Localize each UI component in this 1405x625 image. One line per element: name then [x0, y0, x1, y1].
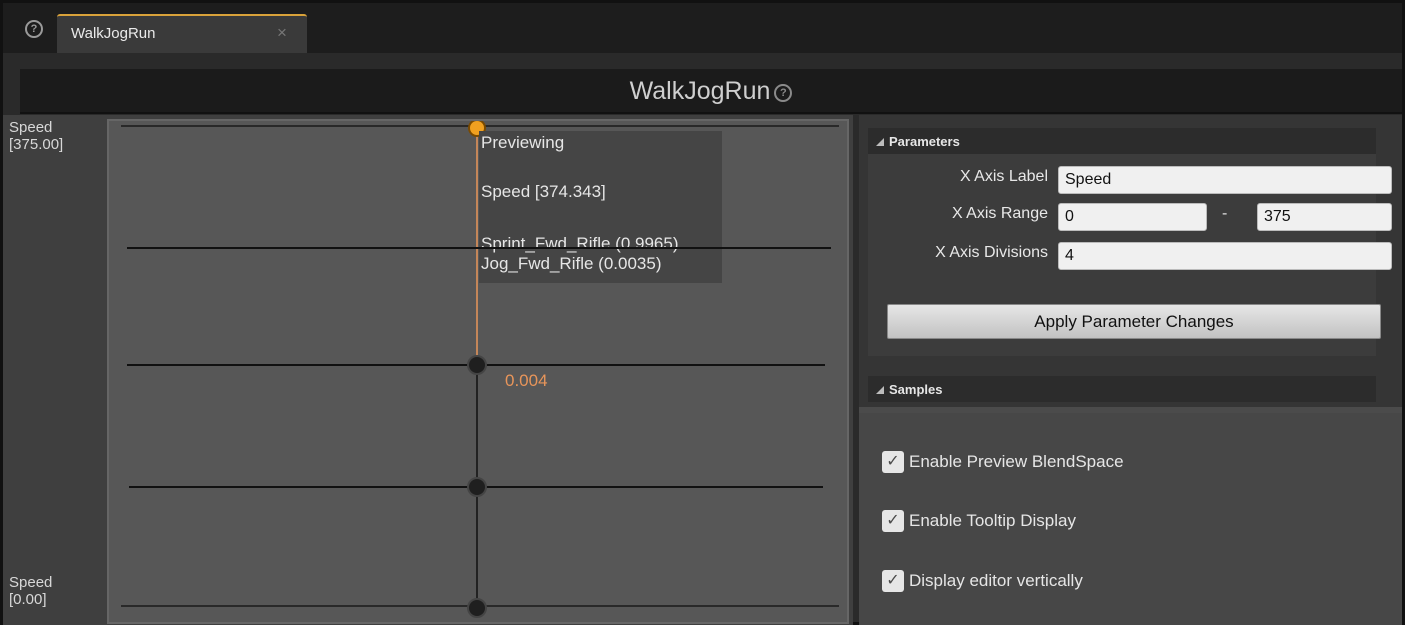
- tooltip-sample: Jog_Fwd_Rifle (0.0035): [481, 254, 662, 273]
- sample-point: [467, 598, 487, 618]
- checkbox-checked-icon[interactable]: ✓: [882, 570, 904, 592]
- x-axis-label-field[interactable]: [1058, 166, 1392, 194]
- parameters-section: X Axis Label X Axis Range - X Axis Divis…: [868, 154, 1392, 356]
- parameters-section-header[interactable]: Parameters: [868, 128, 1376, 154]
- blendspace-graph-panel: Speed [375.00] Speed [0.00] Previewing S…: [3, 115, 853, 625]
- help-icon[interactable]: ?: [25, 20, 43, 38]
- tooltip-speed: Speed [374.343]: [481, 182, 606, 201]
- axis-min-label: Speed [0.00]: [9, 574, 52, 608]
- graph-canvas[interactable]: [109, 121, 847, 622]
- axis-min-text: Speed [0.00]: [9, 574, 53, 608]
- preview-tooltip: Previewing Speed [374.343] Sprint_Fwd_Ri…: [479, 131, 722, 283]
- tab-label: WalkJogRun: [71, 25, 156, 42]
- sample-point: [467, 477, 487, 497]
- sample-weight-label: 0.004: [505, 371, 548, 390]
- x-axis-range-label: X Axis Range: [951, 205, 1048, 222]
- x-axis-divisions-label: X Axis Divisions: [935, 244, 1048, 261]
- blendspace-graph[interactable]: Previewing Speed [374.343] Sprint_Fwd_Ri…: [107, 119, 849, 624]
- range-separator: -: [1222, 205, 1228, 222]
- option-label: Enable Tooltip Display: [909, 511, 1076, 530]
- x-axis-range-min-field[interactable]: [1058, 203, 1207, 231]
- tab-walkjogrun[interactable]: WalkJogRun ×: [57, 14, 307, 53]
- tooltip-sample: Sprint_Fwd_Rifle (0.9965): [481, 234, 679, 253]
- samples-heading: Samples: [889, 382, 943, 397]
- option-label: Enable Preview BlendSpace: [909, 452, 1124, 471]
- display-editor-vertically-option[interactable]: ✓ Display editor vertically: [882, 570, 1083, 594]
- options-section: ✓ Enable Preview BlendSpace ✓ Enable Toolt…: [859, 413, 1402, 625]
- apply-parameter-changes-button[interactable]: Apply Parameter Changes: [887, 304, 1381, 339]
- x-axis-range-max-field[interactable]: [1257, 203, 1392, 231]
- axis-max-label: Speed [375.00]: [9, 119, 63, 153]
- enable-preview-blendspace-option[interactable]: ✓ Enable Preview BlendSpace: [882, 451, 1124, 475]
- title-help-icon[interactable]: ?: [774, 84, 793, 102]
- parameters-heading: Parameters: [889, 134, 960, 149]
- editor-title-bar: WalkJogRun?: [20, 69, 1402, 114]
- checkbox-checked-icon[interactable]: ✓: [882, 510, 904, 532]
- x-axis-label-label: X Axis Label: [959, 168, 1048, 185]
- x-axis-divisions-field[interactable]: [1058, 242, 1392, 270]
- details-panel: Parameters X Axis Label X Axis Range - X…: [859, 115, 1402, 625]
- tooltip-heading: Previewing: [481, 133, 565, 152]
- samples-section-header[interactable]: Samples: [868, 376, 1376, 402]
- option-label: Display editor vertically: [909, 571, 1083, 590]
- collapse-triangle-icon[interactable]: [876, 386, 884, 394]
- page-title: WalkJogRun: [629, 77, 771, 105]
- blendspace-editor-window: ? WalkJogRun × WalkJogRun? Speed [375.00…: [0, 0, 1405, 625]
- axis-max-text: Speed [375.00]: [9, 119, 64, 153]
- close-icon[interactable]: ×: [277, 23, 287, 43]
- sample-point: [467, 355, 487, 375]
- enable-tooltip-display-option[interactable]: ✓ Enable Tooltip Display: [882, 510, 1076, 534]
- collapse-triangle-icon[interactable]: [876, 138, 884, 146]
- checkbox-checked-icon[interactable]: ✓: [882, 451, 904, 473]
- tab-bar: ? WalkJogRun ×: [3, 3, 1402, 53]
